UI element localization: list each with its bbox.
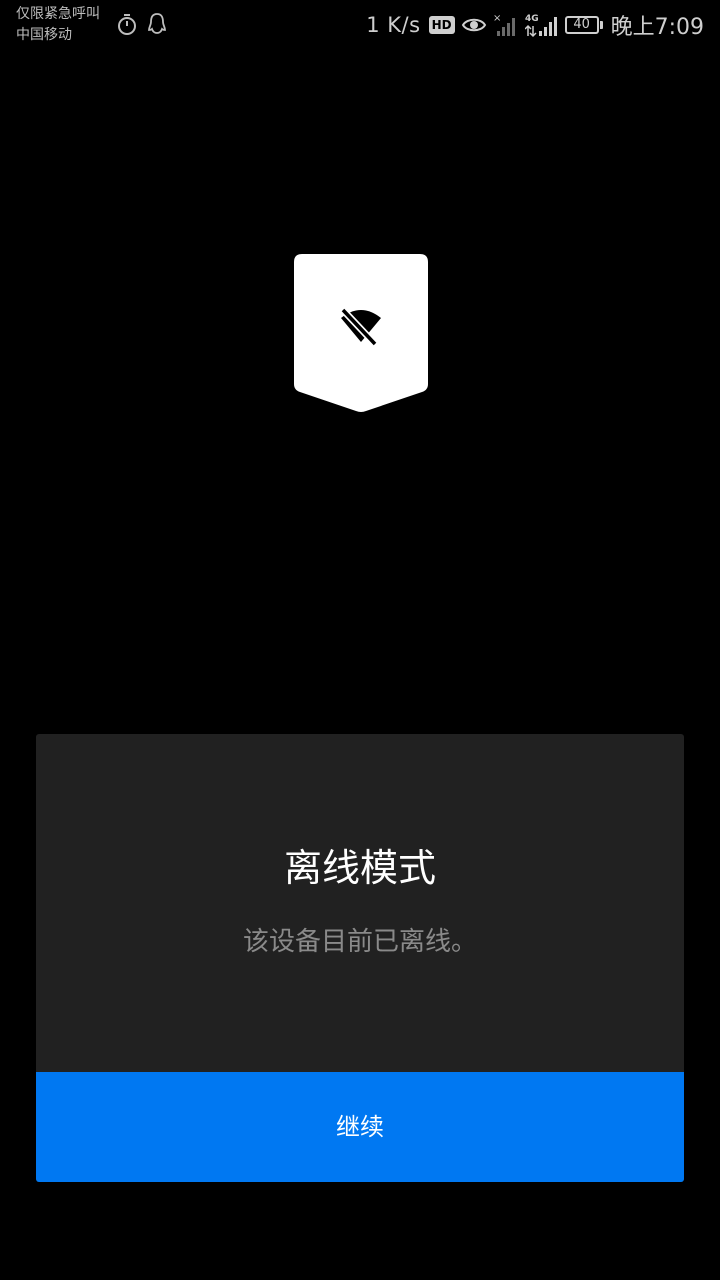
battery-level: 40 bbox=[564, 16, 599, 34]
eye-icon bbox=[461, 15, 487, 35]
signal-icon-sim2: 4G bbox=[524, 12, 559, 38]
hd-badge: HD bbox=[428, 16, 455, 34]
timer-icon bbox=[116, 12, 138, 40]
dialog-message: 该设备目前已离线。 bbox=[242, 927, 477, 957]
carrier-info: 仅限紧急呼叫 中国移动 bbox=[16, 4, 100, 46]
qq-icon bbox=[146, 12, 168, 40]
signal-icon-sim1: × bbox=[493, 12, 519, 38]
network-type-label: 4G bbox=[525, 14, 539, 24]
dialog-title: 离线模式 bbox=[283, 846, 436, 890]
network-speed: 1 K/s bbox=[366, 13, 421, 37]
wifi-off-icon bbox=[337, 304, 385, 352]
status-bar: 仅限紧急呼叫 中国移动 1 K/s HD × 4G 40 晚上7:09 bbox=[0, 0, 720, 48]
offline-mode-dialog: 离线模式 该设备目前已离线。 继续 bbox=[36, 734, 684, 1182]
svg-text:×: × bbox=[493, 13, 501, 24]
continue-button[interactable]: 继续 bbox=[36, 1072, 684, 1182]
carrier-name: 中国移动 bbox=[16, 27, 72, 43]
clock: 晚上7:09 bbox=[610, 15, 704, 40]
battery-indicator: 40 bbox=[564, 16, 603, 34]
emergency-calls-text: 仅限紧急呼叫 bbox=[16, 6, 100, 22]
battery-tip bbox=[599, 21, 603, 29]
status-bar-right: 1 K/s HD × 4G 40 晚上7:09 bbox=[366, 8, 704, 42]
